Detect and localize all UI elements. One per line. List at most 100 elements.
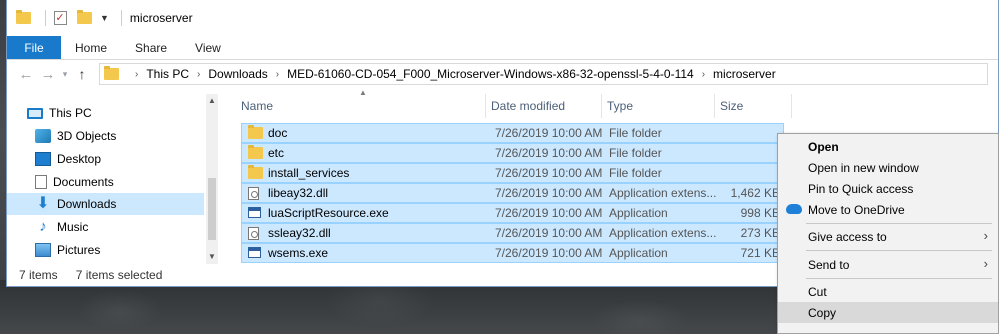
nav-item-this-pc[interactable]: This PC — [7, 102, 204, 124]
file-name: libeay32.dll — [268, 186, 329, 200]
file-type: Application extens... — [609, 226, 717, 240]
file-row[interactable]: libeay32.dll 7/26/2019 10:00 AM Applicat… — [241, 183, 784, 203]
3d-objects-icon — [35, 129, 51, 143]
nav-item-pictures[interactable]: Pictures — [7, 239, 204, 261]
scrollbar-thumb[interactable] — [208, 178, 216, 240]
file-row[interactable]: luaScriptResource.exe 7/26/2019 10:00 AM… — [241, 203, 784, 223]
file-size: 721 KB — [740, 246, 780, 260]
nav-item-label: Downloads — [57, 197, 117, 211]
menu-item-open[interactable]: Open — [778, 136, 998, 157]
menu-separator — [806, 223, 992, 224]
column-header-type[interactable]: Type — [605, 94, 715, 118]
chevron-right-icon: › — [983, 256, 988, 271]
chevron-right-icon[interactable]: › — [702, 69, 705, 80]
file-name: etc — [268, 146, 285, 160]
file-date: 7/26/2019 10:00 AM — [495, 206, 603, 220]
breadcrumb-downloads[interactable]: Downloads — [208, 67, 267, 81]
nav-item-3d-objects[interactable]: 3D Objects — [7, 125, 204, 147]
tab-file[interactable]: File — [7, 36, 61, 59]
file-name: ssleay32.dll — [268, 226, 331, 240]
file-type: Application — [609, 246, 668, 260]
column-header-date-modified[interactable]: Date modified — [489, 94, 602, 118]
menu-item-give-access-to[interactable]: Give access to › — [778, 226, 998, 247]
recent-locations-chevron-icon[interactable]: ▾ — [59, 63, 71, 85]
file-row[interactable]: doc 7/26/2019 10:00 AM File folder — [241, 123, 784, 143]
navigation-bar: ← → ▾ ↑ › This PC › Downloads › MED-6106… — [7, 61, 998, 87]
chevron-right-icon[interactable]: › — [276, 69, 279, 80]
nav-item-label: 3D Objects — [57, 129, 117, 143]
back-arrow-icon[interactable]: ← — [15, 63, 37, 85]
nav-item-label: Pictures — [57, 243, 101, 257]
desktop-icon — [35, 152, 51, 166]
file-type: File folder — [609, 166, 662, 180]
downloads-icon: ⬇ — [36, 195, 50, 212]
chevron-right-icon[interactable]: › — [135, 69, 138, 80]
context-menu: Open Open in new window Pin to Quick acc… — [777, 133, 999, 334]
file-list: ▲ Name Date modified Type Size doc 7/26/… — [239, 88, 794, 266]
column-header-name[interactable]: Name — [239, 94, 486, 118]
tab-share[interactable]: Share — [121, 36, 181, 59]
up-arrow-icon[interactable]: ↑ — [71, 63, 93, 85]
dll-file-icon — [248, 187, 259, 200]
file-row[interactable]: ssleay32.dll 7/26/2019 10:00 AM Applicat… — [241, 223, 784, 243]
file-size: 998 KB — [740, 206, 780, 220]
file-row[interactable]: wsems.exe 7/26/2019 10:00 AM Application… — [241, 243, 784, 263]
file-date: 7/26/2019 10:00 AM — [495, 166, 603, 180]
new-folder-icon[interactable] — [76, 10, 92, 26]
breadcrumb-package-folder[interactable]: MED-61060-CD-054_F000_Microserver-Window… — [287, 67, 694, 81]
breadcrumb-this-pc[interactable]: This PC — [146, 67, 189, 81]
file-type: Application extens... — [609, 186, 717, 200]
file-row[interactable]: etc 7/26/2019 10:00 AM File folder — [241, 143, 784, 163]
menu-item-label: Give access to — [808, 229, 887, 244]
tab-view[interactable]: View — [181, 36, 235, 59]
nav-item-label: Music — [57, 220, 89, 234]
file-name: wsems.exe — [268, 246, 329, 260]
menu-item-label: Move to OneDrive — [808, 202, 905, 217]
menu-item-pin-to-quick-access[interactable]: Pin to Quick access — [778, 178, 998, 199]
chevron-right-icon[interactable]: › — [197, 69, 200, 80]
breadcrumb-microserver[interactable]: microserver — [713, 67, 776, 81]
navigation-pane: This PC 3D Objects Desktop Documents ⬇ D… — [7, 94, 218, 264]
folder-icon — [104, 66, 119, 80]
menu-item-open-in-new-window[interactable]: Open in new window — [778, 157, 998, 178]
file-date: 7/26/2019 10:00 AM — [495, 126, 603, 140]
properties-icon[interactable]: ✓ — [52, 10, 68, 26]
file-size: 1,462 KB — [730, 186, 780, 200]
nav-item-documents[interactable]: Documents — [7, 171, 204, 193]
file-size: 273 KB — [740, 226, 780, 240]
menu-item-move-to-onedrive[interactable]: Move to OneDrive — [778, 199, 998, 220]
documents-icon — [35, 175, 47, 189]
menu-item-copy[interactable]: Copy — [778, 302, 998, 323]
nav-item-desktop[interactable]: Desktop — [7, 148, 204, 170]
folder-icon — [248, 145, 263, 159]
nav-item-downloads[interactable]: ⬇ Downloads — [7, 193, 204, 215]
nav-item-music[interactable]: ♪ Music — [7, 216, 204, 238]
nav-item-label: Documents — [53, 175, 114, 189]
selection-count: 7 items selected — [75, 268, 163, 282]
column-header-size[interactable]: Size — [718, 94, 792, 118]
exe-file-icon — [248, 207, 261, 218]
scroll-down-icon[interactable]: ▼ — [208, 252, 216, 261]
dll-file-icon — [248, 227, 259, 240]
scroll-up-icon[interactable]: ▲ — [208, 96, 216, 105]
address-bar[interactable]: › This PC › Downloads › MED-61060-CD-054… — [99, 63, 988, 85]
ribbon-tabs: File Home Share View — [7, 36, 998, 60]
tab-home[interactable]: Home — [61, 36, 121, 59]
navigation-scrollbar[interactable]: ▲ ▼ — [206, 94, 218, 264]
item-count: 7 items — [19, 268, 58, 282]
file-type: Application — [609, 206, 668, 220]
pictures-icon — [35, 243, 51, 257]
computer-icon — [27, 107, 43, 119]
menu-item-cut[interactable]: Cut — [778, 281, 998, 302]
file-type: File folder — [609, 146, 662, 160]
forward-arrow-icon[interactable]: → — [37, 63, 59, 85]
onedrive-icon — [786, 204, 802, 214]
music-icon: ♪ — [39, 218, 47, 235]
folder-icon — [248, 165, 263, 179]
customize-toolbar-icon[interactable]: ▼ — [100, 13, 109, 23]
chevron-right-icon: › — [983, 228, 988, 243]
file-row[interactable]: install_services 7/26/2019 10:00 AM File… — [241, 163, 784, 183]
exe-file-icon — [248, 247, 261, 258]
window-title: microserver — [129, 11, 193, 25]
menu-item-send-to[interactable]: Send to › — [778, 254, 998, 275]
